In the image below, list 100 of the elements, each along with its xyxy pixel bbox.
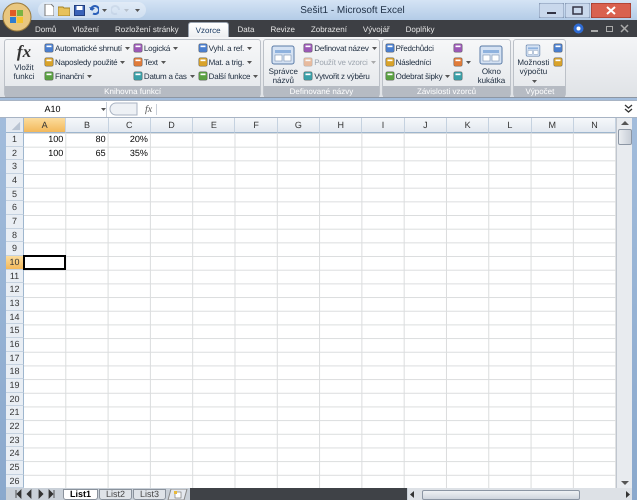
ribbon-button[interactable]: Správce názvů	[265, 41, 302, 85]
row-header[interactable]: 26	[6, 474, 24, 488]
scroll-thumb[interactable]	[422, 490, 580, 500]
row-header[interactable]: 19	[6, 379, 24, 393]
horizontal-scrollbar[interactable]	[408, 488, 632, 500]
ribbon-button[interactable]: Následníci	[384, 55, 452, 69]
row-header[interactable]: 22	[6, 420, 24, 434]
column-header[interactable]: F	[235, 118, 278, 133]
active-cell[interactable]	[23, 255, 66, 270]
row-header[interactable]: 20	[6, 392, 24, 406]
help-icon[interactable]	[573, 23, 584, 34]
ribbon-button[interactable]: Naposledy použité	[43, 55, 131, 69]
ribbon-tab[interactable]: Rozložení stránky	[108, 22, 186, 37]
folder-icon[interactable]	[58, 4, 70, 16]
new-document-icon[interactable]	[44, 4, 54, 16]
ribbon-button[interactable]: Okno kukátka	[473, 41, 510, 85]
restore-icon[interactable]	[605, 24, 614, 33]
column-header[interactable]: M	[532, 118, 574, 133]
undo-button[interactable]	[89, 5, 107, 15]
row-header[interactable]: 3	[6, 160, 24, 174]
column-header[interactable]: K	[446, 118, 490, 133]
ribbon-tab[interactable]: Vložení	[65, 22, 106, 37]
ribbon-tab[interactable]: Vzorce	[188, 22, 229, 37]
column-header[interactable]: C	[108, 118, 151, 133]
row-header[interactable]: 6	[6, 201, 24, 216]
tool-button[interactable]	[552, 55, 564, 69]
row-header[interactable]: 15	[6, 324, 24, 338]
row-header[interactable]: 8	[6, 228, 24, 242]
name-box[interactable]: A10	[6, 102, 107, 116]
expand-icon[interactable]	[624, 104, 633, 114]
table-cell-text: 20%	[128, 133, 149, 146]
close-button[interactable]	[591, 2, 631, 18]
ribbon-button[interactable]: Finanční	[43, 69, 131, 83]
row-header[interactable]: 13	[6, 297, 24, 311]
ribbon-button[interactable]: fx Vložit funkci	[6, 41, 42, 85]
expand-toggle-icon[interactable]	[109, 102, 139, 116]
ribbon-button[interactable]: Vytvořit z výběru	[302, 69, 378, 83]
column-header[interactable]: E	[193, 118, 236, 133]
column-header[interactable]: J	[404, 118, 447, 133]
row-header[interactable]: 17	[6, 352, 24, 366]
ribbon-button[interactable]: Další funkce	[196, 69, 260, 83]
column-header[interactable]: I	[362, 118, 405, 133]
ribbon-tab[interactable]: Data	[230, 22, 262, 37]
column-header[interactable]: H	[320, 118, 362, 133]
maximize-button[interactable]	[565, 2, 590, 18]
minimize-button[interactable]	[539, 2, 564, 18]
ribbon-button[interactable]: Logická	[132, 41, 196, 55]
scroll-right-icon[interactable]	[624, 488, 632, 500]
row-header[interactable]: 1	[6, 133, 24, 147]
tool-button[interactable]	[552, 41, 564, 55]
row-header[interactable]: 2	[6, 146, 24, 160]
ribbon-tab[interactable]: Domů	[28, 22, 64, 37]
row-header[interactable]: 9	[6, 242, 24, 256]
column-header[interactable]: G	[278, 118, 320, 133]
column-header[interactable]: B	[66, 118, 109, 133]
row-header[interactable]: 18	[6, 365, 24, 380]
row-header[interactable]: 25	[6, 461, 24, 475]
vertical-scrollbar[interactable]	[616, 118, 632, 488]
column-header[interactable]: A	[24, 118, 66, 133]
table-cell-text: 80	[94, 133, 107, 146]
ribbon-button[interactable]: Odebrat šipky	[384, 69, 452, 83]
customize-button[interactable]	[133, 8, 140, 12]
row-header[interactable]: 24	[6, 447, 24, 462]
ribbon-button[interactable]: Automatické shrnutí	[43, 41, 131, 55]
ribbon-button[interactable]: Text	[132, 55, 196, 69]
ribbon-button[interactable]: Mat. a trig.	[196, 55, 260, 69]
close-icon[interactable]	[620, 24, 629, 33]
column-header[interactable]: N	[574, 118, 616, 133]
ribbon-tab[interactable]: Vývojář	[356, 22, 397, 37]
ribbon-button[interactable]: Předchůdci	[384, 41, 452, 55]
row-header[interactable]: 11	[6, 270, 24, 284]
insert-function-button[interactable]: fx	[141, 104, 158, 114]
sheet-tab[interactable]: List3	[133, 488, 166, 500]
row-header[interactable]: 10	[6, 256, 24, 270]
ribbon-button[interactable]: Možnosti výpočtu	[515, 41, 552, 85]
caret-icon	[124, 8, 129, 12]
ribbon-button[interactable]: Datum a čas	[132, 69, 196, 83]
row-header[interactable]: 16	[6, 338, 24, 352]
row-header[interactable]: 4	[6, 174, 24, 188]
group-title: Definované názvy	[264, 86, 379, 97]
window-title: Sešit1 - Microsoft Excel	[299, 4, 406, 16]
scroll-thumb[interactable]	[618, 129, 632, 145]
tool-button[interactable]	[452, 55, 472, 69]
column-header[interactable]: D	[150, 118, 194, 133]
column-header[interactable]: L	[489, 118, 532, 133]
insert-sheet-button[interactable]	[167, 488, 190, 500]
ribbon-button[interactable]: Vyhl. a ref.	[196, 41, 260, 55]
row-header[interactable]: 14	[6, 310, 24, 324]
row-header[interactable]: 7	[6, 215, 24, 229]
ribbon-tab[interactable]: Doplňky	[398, 22, 442, 37]
row-header[interactable]: 23	[6, 434, 24, 448]
sheet-tab[interactable]: List1	[63, 488, 98, 500]
ribbon-tab[interactable]: Revize	[263, 22, 302, 37]
ribbon-button[interactable]: Definovat název	[302, 41, 378, 55]
row-header[interactable]: 5	[6, 188, 24, 202]
caret-icon	[135, 8, 140, 12]
row-header[interactable]: 21	[6, 406, 24, 420]
row-header[interactable]: 12	[6, 283, 24, 298]
ribbon-tab[interactable]: Zobrazení	[304, 22, 354, 37]
sheet-tab[interactable]: List2	[99, 488, 132, 500]
